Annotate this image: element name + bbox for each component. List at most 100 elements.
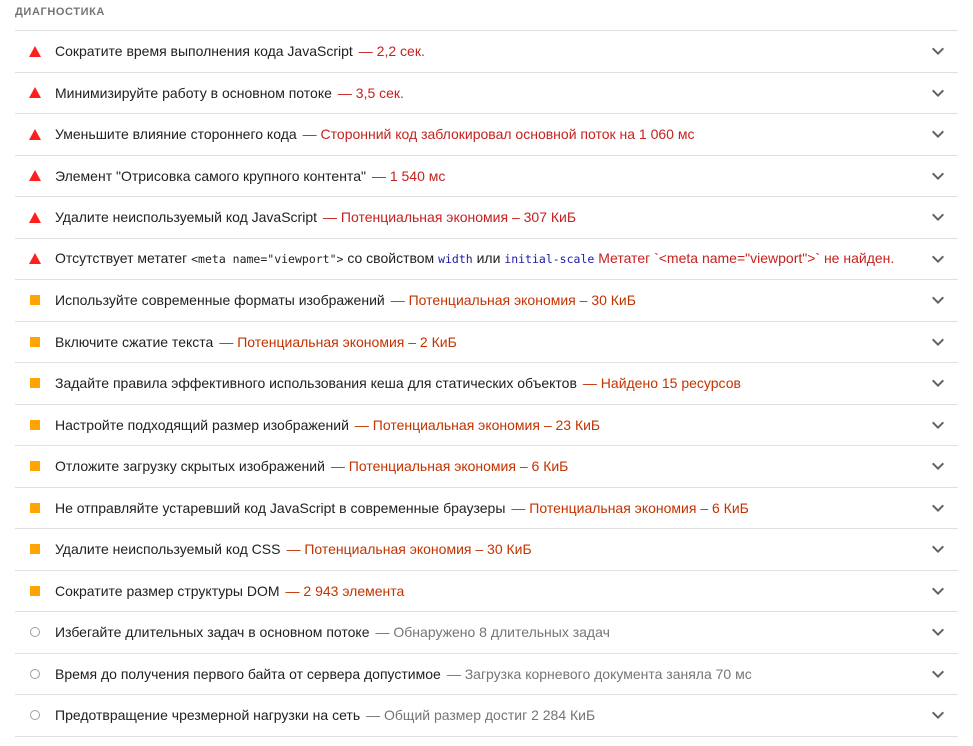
audit-row[interactable]: Сократите размер структуры DOM — 2 943 эл… [15, 571, 958, 612]
chevron-down-icon[interactable] [918, 405, 958, 446]
chevron-down-icon[interactable] [918, 197, 958, 238]
audit-row[interactable]: Не отправляйте устаревший код JavaScript… [15, 488, 958, 529]
audit-status-icon-wrap [15, 612, 55, 653]
audit-content: Избегайте длительных задач в основном по… [55, 622, 918, 642]
chevron-down-icon[interactable] [918, 73, 958, 114]
chevron-down-icon[interactable] [918, 239, 958, 280]
chevron-down-icon[interactable] [918, 114, 958, 155]
audit-status-icon-wrap [15, 239, 55, 280]
audit-status-icon-wrap [15, 571, 55, 612]
audit-content: Включите сжатие текста — Потенциальная эк… [55, 332, 918, 352]
audit-row[interactable]: Удалите неиспользуемый код JavaScript — П… [15, 197, 958, 239]
audit-status-icon-wrap [15, 197, 55, 238]
audit-title: Задайте правила эффективного использован… [55, 375, 577, 392]
chevron-down-icon[interactable] [918, 529, 958, 570]
chevron-down-icon[interactable] [918, 654, 958, 695]
audit-row[interactable]: Элемент "Отрисовка самого крупного конте… [15, 156, 958, 197]
audit-content: Не отправляйте устаревший код JavaScript… [55, 498, 918, 518]
audit-status-icon-wrap [15, 73, 55, 114]
audit-row[interactable]: Включите сжатие текста — Потенциальная эк… [15, 322, 958, 363]
audit-title: Минимизируйте работу в основном потоке [55, 84, 332, 101]
audit-title: Уменьшите влияние стороннего кода [55, 126, 297, 143]
average-square-icon [30, 378, 40, 389]
audit-row[interactable]: Сократите время выполнения кода JavaScri… [15, 31, 958, 73]
audit-content: Настройте подходящий размер изображений —… [55, 415, 918, 435]
chevron-down-icon[interactable] [918, 571, 958, 612]
audit-display-value: — 1 540 мс [371, 167, 446, 184]
chevron-down-icon[interactable] [918, 31, 958, 72]
audit-code-initial-scale: initial-scale [504, 252, 595, 267]
audit-list: Сократите время выполнения кода JavaScri… [15, 30, 958, 737]
audit-title: Элемент "Отрисовка самого крупного конте… [55, 167, 366, 184]
audit-row[interactable]: Используйте современные форматы изображе… [15, 280, 958, 322]
audit-row[interactable]: Уменьшите влияние стороннего кода — Сторо… [15, 114, 958, 156]
audit-code-width: width [438, 252, 473, 267]
audit-title: Предотвращение чрезмерной нагрузки на се… [55, 707, 361, 724]
audit-title: Не отправляйте устаревший код JavaScript… [55, 499, 506, 516]
chevron-down-icon[interactable] [918, 156, 958, 197]
average-square-icon [30, 544, 40, 555]
fail-triangle-icon [29, 253, 41, 265]
fail-triangle-icon [29, 87, 41, 99]
audit-content: Время до получения первого байта от серв… [55, 664, 918, 684]
audit-display-value: — 2 943 элемента [285, 582, 405, 599]
info-circle-icon [30, 668, 40, 679]
audit-display-value: — Найдено 15 ресурсов [582, 375, 741, 392]
audit-display-value: — Потенциальная экономия – 2 КиБ [219, 333, 457, 350]
audit-row[interactable]: Отложите загрузку скрытых изображений — П… [15, 446, 958, 488]
audit-content: Минимизируйте работу в основном потоке — … [55, 83, 918, 103]
audit-display-value: — Загрузка корневого документа заняла 70… [446, 665, 752, 682]
fail-triangle-icon [29, 128, 41, 140]
audit-content: Предотвращение чрезмерной нагрузки на се… [55, 705, 918, 725]
audit-row[interactable]: Время до получения первого байта от серв… [15, 654, 958, 695]
audit-row[interactable]: Избегайте длительных задач в основном по… [15, 612, 958, 654]
audit-row[interactable]: Отсутствует метатег <meta name="viewport… [15, 239, 958, 280]
audit-content: Сократите время выполнения кода JavaScri… [55, 41, 918, 61]
audit-row[interactable]: Удалите неиспользуемый код CSS — Потенциа… [15, 529, 958, 571]
audit-status-icon-wrap [15, 363, 55, 404]
chevron-down-icon[interactable] [918, 488, 958, 529]
audit-status-icon-wrap [15, 446, 55, 487]
audit-title: Избегайте длительных задач в основном по… [55, 624, 370, 641]
audit-title: Удалите неиспользуемый код JavaScript [55, 209, 318, 226]
chevron-down-icon[interactable] [918, 322, 958, 363]
audit-content: Задайте правила эффективного использован… [55, 373, 918, 393]
audit-content: Удалите неиспользуемый код JavaScript — П… [55, 207, 918, 227]
audit-title: Сократите размер структуры DOM [55, 582, 280, 599]
fail-triangle-icon [29, 170, 41, 182]
audit-row[interactable]: Задайте правила эффективного использован… [15, 363, 958, 405]
audit-title-part: со свойством [347, 250, 435, 267]
chevron-down-icon[interactable] [918, 446, 958, 487]
audit-status-icon-wrap [15, 114, 55, 155]
chevron-down-icon[interactable] [918, 695, 958, 736]
audit-title: Включите сжатие текста [55, 333, 214, 350]
average-square-icon [30, 295, 40, 306]
audit-status-icon-wrap [15, 488, 55, 529]
fail-triangle-icon [29, 45, 41, 57]
audit-display-value: — Потенциальная экономия – 30 КиБ [286, 541, 532, 558]
audit-row[interactable]: Предотвращение чрезмерной нагрузки на се… [15, 695, 958, 737]
average-square-icon [30, 585, 40, 596]
audit-title: Удалите неиспользуемый код CSS [55, 541, 281, 558]
audit-status-icon-wrap [15, 405, 55, 446]
audit-status-icon-wrap [15, 654, 55, 695]
audit-content: Отсутствует метатег <meta name="viewport… [55, 248, 918, 269]
chevron-down-icon[interactable] [918, 612, 958, 653]
audit-display-value: Метатег `<meta name="viewport">` не найд… [598, 250, 895, 267]
audit-title: Сократите время выполнения кода JavaScri… [55, 43, 353, 60]
audit-row[interactable]: Минимизируйте работу в основном потоке — … [15, 73, 958, 114]
audit-content: Используйте современные форматы изображе… [55, 290, 918, 310]
audit-row[interactable]: Настройте подходящий размер изображений —… [15, 405, 958, 446]
audit-title-part: или [476, 250, 501, 267]
audit-content: Элемент "Отрисовка самого крупного конте… [55, 166, 918, 186]
audit-display-value: — Потенциальная экономия – 6 КиБ [330, 458, 569, 475]
audit-title: Используйте современные форматы изображе… [55, 292, 385, 309]
audit-display-value: — 2,2 сек. [358, 43, 425, 60]
section-title: ДИАГНОСТИКА [15, 6, 105, 18]
info-circle-icon [30, 710, 40, 721]
diagnostics-panel: ДИАГНОСТИКА Сократите время выполнения к… [0, 2, 973, 746]
audit-title: Отложите загрузку скрытых изображений [55, 458, 325, 475]
audit-display-value: — Потенциальная экономия – 30 КиБ [390, 292, 636, 309]
chevron-down-icon[interactable] [918, 363, 958, 404]
chevron-down-icon[interactable] [918, 280, 958, 321]
